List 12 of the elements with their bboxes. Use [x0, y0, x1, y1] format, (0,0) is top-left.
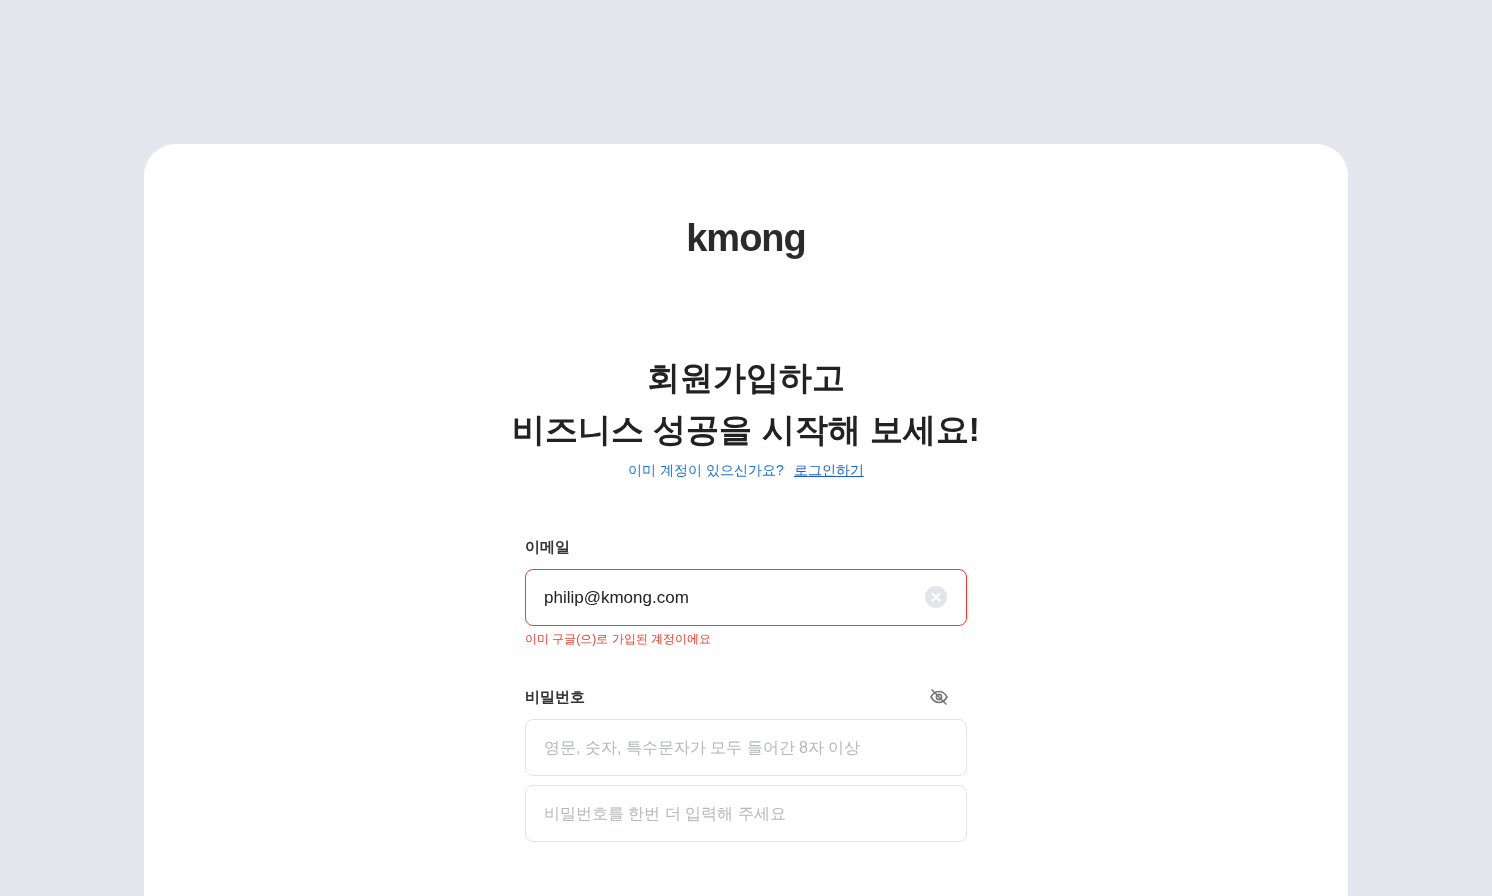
heading-line: 비즈니스 성공을 시작해 보세요!: [512, 410, 980, 450]
login-prompt: 이미 계정이 있으신가요?: [628, 461, 784, 480]
password-label: 비밀번호: [525, 687, 585, 707]
login-link[interactable]: 로그인하기: [793, 460, 864, 480]
password-confirm-field[interactable]: 비밀번호를 한번 더 입력해 주세요: [525, 785, 967, 842]
error-message: 이미 구글(으)로 가입된 계정이에요: [525, 631, 712, 648]
eye-slash-icon[interactable]: [929, 688, 949, 706]
heading-line: 회원가입하고: [647, 358, 845, 398]
email-label: 이메일: [525, 537, 571, 557]
kmong-logo[interactable]: kmong: [686, 216, 806, 260]
email-field[interactable]: philip@kmong.com: [525, 569, 967, 626]
password-field[interactable]: 영문, 숫자, 특수문자가 모두 들어간 8자 이상: [525, 719, 967, 776]
